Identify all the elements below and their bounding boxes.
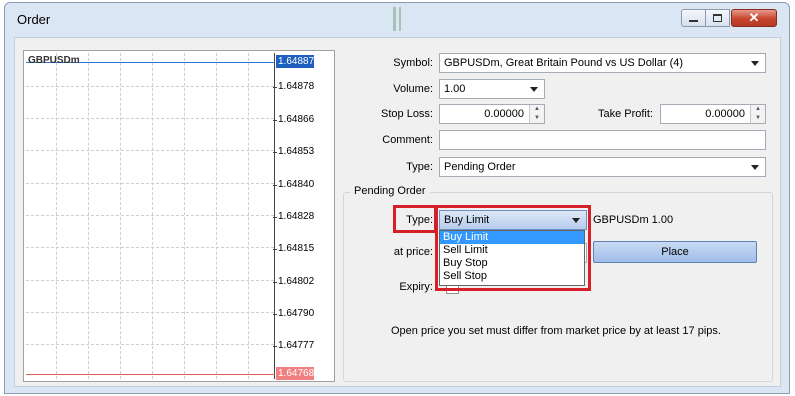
stop-loss-spinner[interactable]: ▲ ▼ (529, 105, 544, 123)
expiry-label: Expiry: (399, 281, 433, 293)
grid-line (26, 86, 274, 87)
comment-label: Comment: (382, 134, 433, 146)
spin-down-icon[interactable]: ▼ (751, 114, 765, 123)
price-tick: 1.64853 (272, 146, 315, 157)
price-chart: GBPUSDm 1.64887 1.64878 1.64866 1.64853 … (23, 50, 335, 382)
grid-line (26, 183, 274, 184)
price-tick: 1.64866 (272, 114, 315, 125)
maximize-button[interactable] (705, 9, 730, 27)
price-tick: 1.64815 (272, 243, 315, 254)
chart-symbol-label: GBPUSDm (28, 55, 80, 66)
stop-loss-value: 0.00000 (484, 108, 524, 120)
dialog-body: GBPUSDm 1.64887 1.64878 1.64866 1.64853 … (14, 37, 781, 387)
price-tick: 1.64840 (272, 179, 315, 190)
type-dropdown-highlight (435, 205, 591, 291)
price-tick: 1.64828 (272, 211, 315, 222)
take-profit-input[interactable]: 0.00000 ▲ ▼ (660, 104, 766, 124)
take-profit-spinner[interactable]: ▲ ▼ (750, 105, 765, 123)
spin-up-icon[interactable]: ▲ (751, 105, 765, 114)
spin-up-icon[interactable]: ▲ (530, 105, 544, 114)
grid-line (26, 280, 274, 281)
spin-down-icon[interactable]: ▼ (530, 114, 544, 123)
grid-line (26, 247, 274, 248)
background-chart-sliver (393, 7, 409, 31)
grid-line (26, 344, 274, 345)
close-icon: ✕ (748, 10, 760, 25)
minimize-icon (689, 20, 698, 22)
place-button[interactable]: Place (593, 241, 757, 263)
bid-price-line (26, 374, 275, 375)
ask-price-tag: 1.64887 (276, 55, 315, 68)
grid-line (120, 53, 121, 379)
stop-loss-label: Stop Loss: (381, 108, 433, 120)
instrument-info: GBPUSDm 1.00 (593, 214, 674, 226)
price-tick: 1.64790 (272, 308, 315, 319)
chart-plot-area: GBPUSDm (26, 53, 275, 379)
close-button[interactable]: ✕ (731, 9, 777, 27)
grid-line (26, 150, 274, 151)
bid-price-tag: 1.64768 (276, 367, 315, 380)
pending-type-label: Type: (406, 214, 433, 226)
price-tick: 1.64878 (272, 81, 315, 92)
at-price-label: at price: (393, 246, 433, 258)
order-type-label: Type: (406, 161, 433, 173)
grid-line (26, 312, 274, 313)
grid-line (152, 53, 153, 379)
pending-order-note: Open price you set must differ from mark… (391, 325, 721, 337)
grid-line (216, 53, 217, 379)
grid-line (184, 53, 185, 379)
volume-select[interactable]: 1.00 (439, 79, 545, 99)
grid-line (26, 215, 274, 216)
symbol-label: Symbol: (393, 57, 433, 69)
pending-order-title: Pending Order (350, 185, 430, 197)
price-tick: 1.64802 (272, 276, 315, 287)
order-window: Order ✕ GBPUSDm 1.64887 1.64878 1.64866 … (4, 2, 790, 394)
grid-line (56, 53, 57, 379)
volume-label: Volume: (393, 83, 433, 95)
order-type-select[interactable]: Pending Order (439, 157, 766, 177)
window-title: Order (17, 12, 51, 27)
take-profit-label: Take Profit: (597, 108, 653, 120)
grid-line (88, 53, 89, 379)
stop-loss-input[interactable]: 0.00000 ▲ ▼ (439, 104, 545, 124)
take-profit-value: 0.00000 (705, 108, 745, 120)
symbol-select[interactable]: GBPUSDm, Great Britain Pound vs US Dolla… (439, 53, 766, 73)
comment-input[interactable] (439, 130, 766, 150)
grid-line (26, 118, 274, 119)
maximize-icon (713, 14, 722, 22)
minimize-button[interactable] (681, 9, 706, 27)
price-tick: 1.64777 (272, 340, 315, 351)
title-bar[interactable]: Order ✕ (5, 3, 789, 33)
grid-line (248, 53, 249, 379)
